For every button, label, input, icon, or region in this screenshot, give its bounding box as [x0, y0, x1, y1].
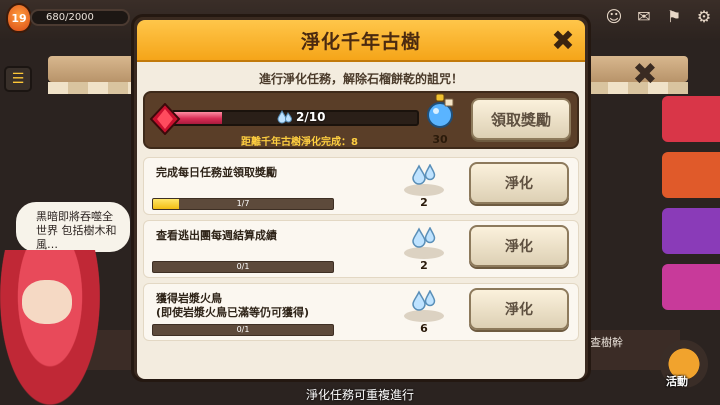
task-reward: 2 [404, 162, 444, 212]
task-reward-count: 6 [420, 322, 428, 335]
modal-body: 進行淨化任務，解除石榴餅乾的詛咒！ 2/10 距離千年古樹淨化完成：8 30 領… [137, 62, 585, 379]
task-progress-label: 1/7 [236, 199, 250, 208]
purify-button[interactable]: 淨化 [469, 225, 569, 267]
water-drop-icon [277, 110, 293, 124]
task-row: 查看逃出團每週結算成績 0/1 2 淨化 [143, 220, 579, 278]
task-progress-label: 0/1 [236, 262, 250, 271]
task-name: 查看逃出團每週結算成績 [156, 229, 277, 242]
red-gem-icon [149, 103, 181, 135]
claim-reward-button[interactable]: 領取獎勵 [471, 98, 571, 140]
task-progress-label: 0/1 [236, 325, 250, 334]
friends-icon[interactable]: ☺ [602, 4, 626, 28]
water-drop-icon [412, 164, 436, 185]
water-drop-icon [412, 227, 436, 248]
mail-icon[interactable]: ✉ [632, 4, 656, 28]
modal-title: 淨化千年古樹 [300, 30, 421, 53]
task-row: 獲得岩漿火鳥 (即使岩漿火鳥已滿等仍可獲得) 0/1 6 淨化 [143, 283, 579, 341]
potion-icon [427, 93, 454, 128]
side-tab[interactable] [662, 152, 720, 198]
menu-list-icon[interactable]: ☰ [4, 66, 32, 92]
speech-bubble: 黑暗即將吞噬全世界 包括樹木和風… [14, 200, 132, 254]
level-badge[interactable]: 19 [6, 3, 32, 33]
background-close-icon[interactable]: ✖ [628, 60, 662, 90]
side-tab[interactable] [662, 96, 720, 142]
cookie-hair [0, 250, 100, 405]
purify-progress-text: 2/10 [296, 110, 326, 124]
task-name: 完成每日任務並領取獎勵 [156, 166, 277, 179]
modal-header: 淨化千年古樹 ✖ [137, 20, 585, 62]
task-reward-count: 2 [420, 196, 428, 209]
potion-reward-count: 30 [432, 133, 448, 146]
purify-tree-modal: 淨化千年古樹 ✖ 進行淨化任務，解除石榴餅乾的詛咒！ 2/10 距離千年古樹淨化… [131, 14, 591, 382]
purify-button[interactable]: 淨化 [469, 288, 569, 330]
task-reward-count: 2 [420, 259, 428, 272]
top-right-icons: ☺ ✉ ⚑ ⚙ [602, 4, 716, 28]
bottom-note: 淨化任務可重複進行 [305, 388, 414, 402]
task-reward: 6 [404, 288, 444, 338]
pomegranate-cookie-character [0, 250, 100, 405]
purify-progress-label: 2/10 [277, 110, 325, 124]
background-caption: 查樹幹 [590, 336, 623, 349]
settings-gear-icon[interactable]: ⚙ [692, 4, 716, 28]
purify-button[interactable]: 淨化 [469, 162, 569, 204]
task-reward: 2 [404, 225, 444, 275]
modal-subtitle: 進行淨化任務，解除石榴餅乾的詛咒！ [258, 72, 463, 86]
side-tab[interactable] [662, 264, 720, 310]
notice-icon[interactable]: ⚑ [662, 4, 686, 28]
close-icon[interactable]: ✖ [547, 25, 579, 57]
purify-remaining-caption: 距離千年古樹淨化完成：8 [241, 137, 358, 148]
cookie-face [22, 280, 72, 324]
purify-progress-panel: 2/10 距離千年古樹淨化完成：8 30 領取獎勵 [143, 91, 579, 149]
side-tab[interactable] [662, 208, 720, 254]
task-row: 完成每日任務並領取獎勵 1/7 2 淨化 [143, 157, 579, 215]
water-drop-icon [412, 290, 436, 311]
task-name: 獲得岩漿火鳥 (即使岩漿火鳥已滿等仍可獲得) [156, 292, 310, 319]
xp-bar: 680/2000 [30, 9, 130, 26]
task-list: 完成每日任務並領取獎勵 1/7 2 淨化 查看逃出團每週結算成績 0/1 2 淨化 獲得岩漿火鳥… [143, 157, 579, 341]
